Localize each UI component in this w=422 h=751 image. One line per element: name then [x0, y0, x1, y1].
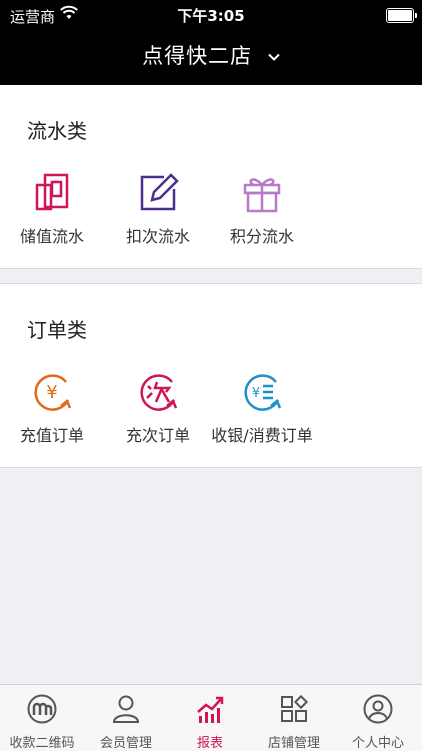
tab-label: 店铺管理	[267, 736, 320, 751]
item-label: 收银/消费订单	[211, 426, 313, 445]
tab-reports[interactable]: 报表	[168, 685, 252, 751]
yen-refresh-icon: ¥	[34, 374, 72, 411]
member-icon	[112, 695, 140, 723]
order-section: 订单类 ¥ 充值订单 充次订单 ¥ 收银/消费订单	[0, 283, 422, 468]
status-time: 下午3:05	[177, 7, 245, 25]
tab-label: 报表	[196, 736, 223, 751]
item-label: 积分流水	[229, 227, 294, 246]
report-icon	[197, 696, 224, 723]
tab-bar: 收款二维码 会员管理 报表 店铺管理 个人中心	[0, 684, 422, 751]
cashier-icon: ¥	[244, 374, 282, 411]
tab-label: 收款二维码	[9, 736, 75, 751]
tab-store-management[interactable]: 店铺管理	[252, 685, 336, 751]
svg-text:¥: ¥	[46, 382, 57, 403]
section-title: 流水类	[27, 119, 87, 143]
tab-label: 个人中心	[351, 736, 404, 751]
svg-text:¥: ¥	[252, 386, 260, 401]
profile-icon	[363, 694, 393, 724]
section-title: 订单类	[27, 318, 87, 342]
qr-logo-icon	[27, 694, 57, 724]
battery-icon	[386, 8, 417, 23]
chevron-down-icon	[268, 53, 280, 61]
tab-member-management[interactable]: 会员管理	[84, 685, 168, 751]
tab-profile[interactable]: 个人中心	[336, 685, 420, 751]
store-switcher[interactable]: 点得快二店	[0, 40, 422, 70]
page-title: 点得快二店	[142, 44, 253, 68]
ci-refresh-icon	[140, 374, 178, 411]
flow-section: 流水类 储值流水 扣次流水 积分流水	[0, 85, 422, 269]
tab-label: 会员管理	[99, 736, 152, 751]
store-icon	[281, 694, 309, 722]
tab-qr-code[interactable]: 收款二维码	[0, 685, 84, 751]
app-header: 运营商 下午3:05 点得快二店	[0, 0, 422, 85]
gift-icon	[243, 178, 281, 213]
status-bar: 运营商 下午3:05	[0, 0, 422, 28]
ledger-icon	[35, 173, 69, 211]
edit-icon	[140, 173, 179, 211]
